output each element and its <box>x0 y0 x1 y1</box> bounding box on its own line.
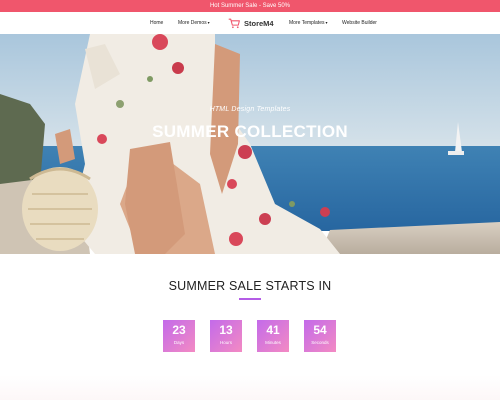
hero-banner: HTML Design Templates SUMMER COLLECTION <box>0 34 500 254</box>
nav-home-link[interactable]: Home <box>150 12 163 34</box>
countdown-seconds-value: 54 <box>313 323 327 337</box>
promo-text: Hot Summer Sale - Save 50% <box>209 3 291 9</box>
hero-title: SUMMER COLLECTION <box>152 122 348 141</box>
countdown-days-label: Days <box>173 340 185 345</box>
hero-subtitle: HTML Design Templates <box>209 106 291 113</box>
promo-bar: Hot Summer Sale - Save 50% <box>0 0 500 12</box>
countdown-days-value: 23 <box>172 323 186 337</box>
caret-down-icon: ▾ <box>325 20 328 25</box>
sale-title: SUMMER SALE STARTS IN <box>168 279 332 293</box>
sale-title-underline <box>239 298 261 300</box>
nav-website-builder-link[interactable]: Website Builder <box>342 12 377 34</box>
navbar: Home More Demos▾ StoreM4 More Templates▾… <box>0 12 500 34</box>
countdown-hours-value: 13 <box>219 323 233 337</box>
next-section-preview <box>0 375 500 400</box>
caret-down-icon: ▾ <box>207 20 210 25</box>
hero-image <box>0 34 500 254</box>
countdown-minutes: 41 Minutes <box>257 320 289 352</box>
nav-more-demos-label: More Demos <box>178 20 207 26</box>
countdown-days: 23 Days <box>163 320 195 352</box>
countdown-seconds-label: Seconds <box>311 340 329 345</box>
nav-home-label: Home <box>150 20 164 26</box>
nav-more-templates-dropdown[interactable]: More Templates▾ <box>289 12 328 34</box>
logo[interactable]: StoreM4 <box>228 15 274 31</box>
nav-more-demos-dropdown[interactable]: More Demos▾ <box>178 12 210 34</box>
shopping-cart-icon <box>228 18 240 28</box>
nav-more-templates-label: More Templates <box>289 20 325 26</box>
countdown-minutes-label: Minutes <box>265 340 281 345</box>
logo-text: StoreM4 <box>244 18 274 28</box>
nav-website-builder-label: Website Builder <box>342 20 377 26</box>
countdown-hours: 13 Hours <box>210 320 242 352</box>
countdown-hours-label: Hours <box>219 340 232 345</box>
countdown-minutes-value: 41 <box>266 323 280 337</box>
countdown-seconds: 54 Seconds <box>304 320 336 352</box>
